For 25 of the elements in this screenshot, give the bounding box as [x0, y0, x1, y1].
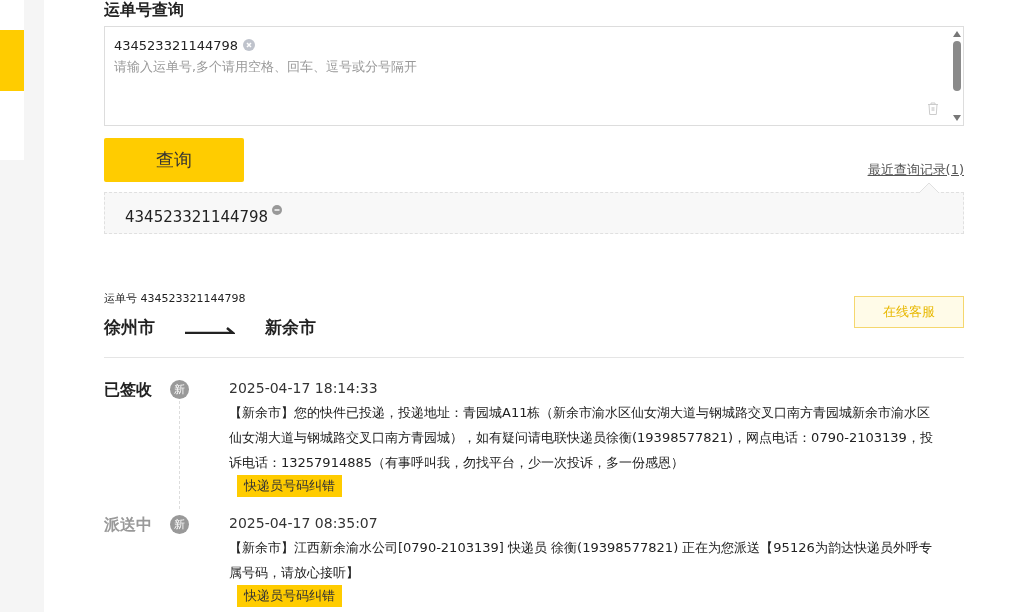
history-item[interactable]: 434523321144798	[125, 208, 269, 226]
number-correction-button[interactable]: 快递员号码纠错	[237, 585, 342, 607]
event-status: 派送中	[104, 515, 153, 536]
new-badge: 新	[170, 515, 189, 534]
minus-icon[interactable]	[272, 205, 283, 215]
trash-icon[interactable]	[927, 102, 939, 115]
event-description: 【新余市】您的快件已投递，投递地址：青园城A11栋（新余市渝水区仙女湖大道与钢城路交叉口南方青园城新余市渝水区仙女湖大道与钢城路交叉口南方青园城），如有疑问请电联快递员徐衡(19398577821)，网点电话：0790-2103139，投诉电话：13257914885（有事呼叫我，勿找平台，少一次投诉，多一份感恩）	[229, 404, 934, 472]
section-heading: 运单号查询	[104, 0, 185, 21]
destination-city: 新余市	[265, 316, 316, 339]
event-description: 【新余市】江西新余渝水公司[0790-2103139] 快递员 徐衡(19398577821) 正在为您派送【95126为韵达快递员外呼专属号码，请放心接听】	[229, 539, 933, 582]
recent-history-link[interactable]: 最近查询记录(1)	[867, 161, 964, 179]
event-time: 2025-04-17 08:35:07	[229, 515, 379, 531]
search-button[interactable]: 查询	[104, 138, 244, 182]
scroll-up-icon[interactable]	[953, 31, 961, 37]
origin-city: 徐州市	[104, 316, 155, 339]
waybill-token: 434523321144798	[114, 37, 239, 53]
scrollbar-thumb[interactable]	[953, 41, 961, 91]
waybill-number: 运单号 434523321144798	[104, 291, 247, 306]
event-status: 已签收	[104, 380, 153, 401]
event-time: 2025-04-17 18:14:33	[229, 380, 379, 396]
scroll-down-icon[interactable]	[953, 115, 961, 121]
new-badge: 新	[170, 380, 189, 399]
remove-icon[interactable]	[243, 39, 256, 51]
waybill-input-field[interactable]: 434523321144798 请输入运单号,多个请用空格、回车、逗号或分号隔开	[104, 26, 964, 126]
number-correction-button[interactable]: 快递员号码纠错	[237, 475, 342, 497]
